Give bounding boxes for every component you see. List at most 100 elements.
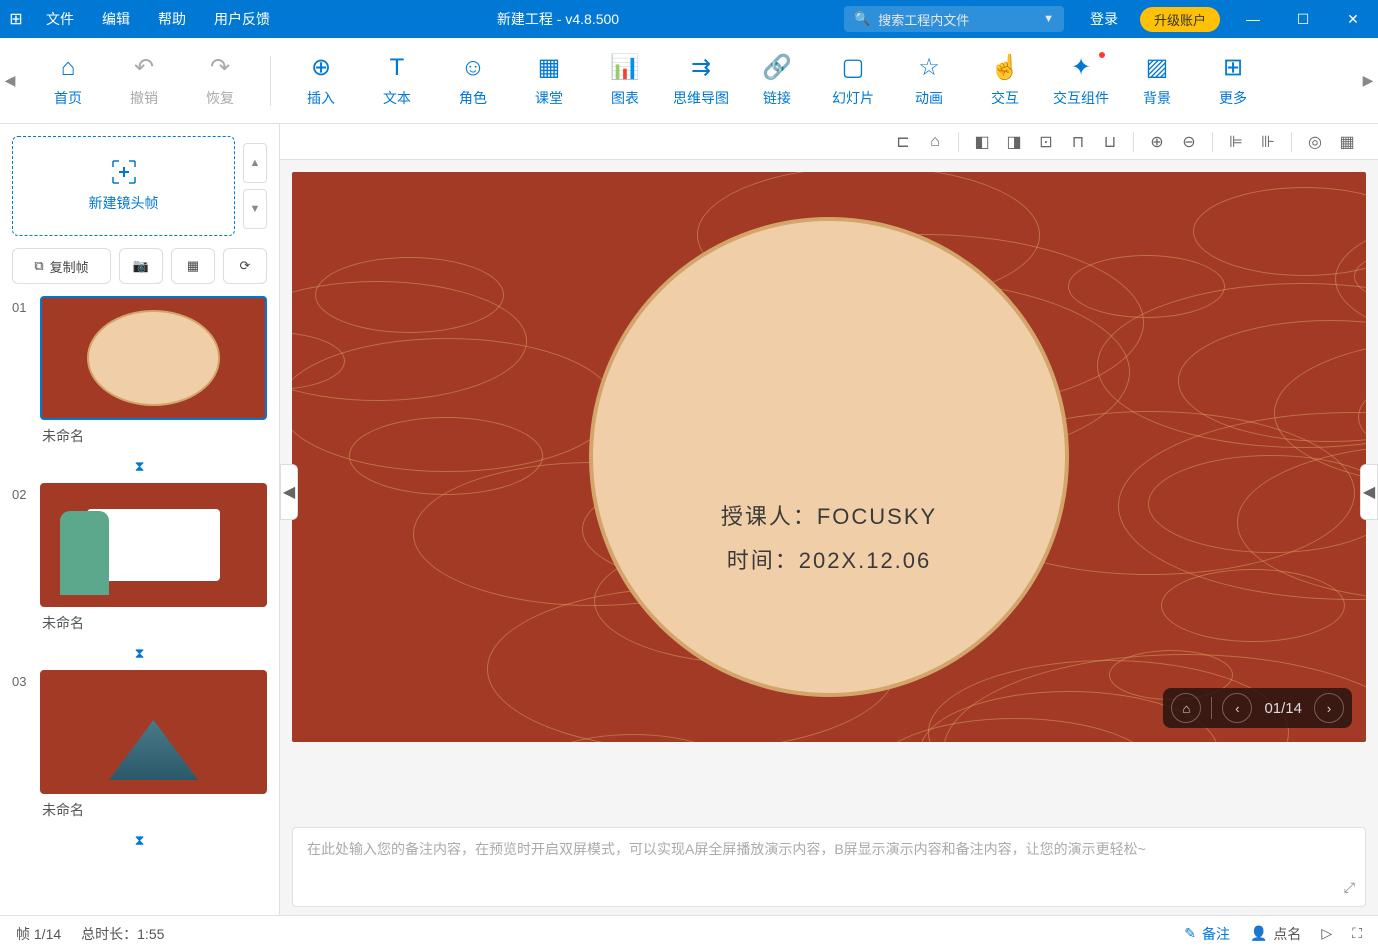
hourglass-icon[interactable]: ⧗	[12, 454, 267, 483]
red-dot-icon	[1099, 52, 1105, 58]
toolbar-图表[interactable]: 📊图表	[587, 46, 663, 116]
toolbar-icon-15: ⊞	[1223, 54, 1243, 82]
main-area: 新建镜头帧 ▲ ▼ ⧉ 复制帧 📷 ▦ ⟳ 01 未命名 ⧗ 02 未命名 ⧗	[0, 124, 1378, 915]
nav-prev-icon[interactable]: ‹	[1222, 693, 1252, 723]
slide-text-date[interactable]: 时间：202X.12.06	[727, 543, 932, 575]
zoom-out-icon[interactable]: ⊖	[1174, 128, 1204, 156]
slide-label: 未命名	[40, 420, 267, 448]
search-placeholder: 搜索工程内文件	[878, 10, 969, 29]
nav-home-icon[interactable]: ⌂	[1171, 693, 1201, 723]
play-button[interactable]: ▷	[1321, 925, 1332, 942]
toolbar-icon-14: ▨	[1146, 54, 1169, 82]
toolbar-幻灯片[interactable]: ▢幻灯片	[815, 46, 891, 116]
toolbar-角色[interactable]: ☺角色	[435, 46, 511, 116]
app-logo-icon: ⊞	[0, 9, 32, 29]
toolbar-icon-7: 📊	[610, 54, 640, 82]
maximize-button[interactable]: ☐	[1278, 0, 1328, 38]
hourglass-icon[interactable]: ⧗	[12, 828, 267, 857]
snapshot-icon[interactable]: ◎	[1300, 128, 1330, 156]
upgrade-button[interactable]: 升级账户	[1140, 7, 1220, 32]
slide-number: 01	[12, 296, 32, 448]
loop-button[interactable]: ⟳	[223, 248, 267, 284]
toolbar-scroll-right[interactable]: ▶	[1358, 38, 1378, 123]
nav-counter: 01/14	[1256, 700, 1310, 717]
grid-icon[interactable]: ▦	[1332, 128, 1362, 156]
expand-icon[interactable]: ⤢	[1344, 876, 1355, 898]
slides-list[interactable]: 01 未命名 ⧗ 02 未命名 ⧗ 03 未命名 ⧗	[0, 296, 279, 915]
slide-label: 未命名	[40, 607, 267, 635]
new-frame-button[interactable]: 新建镜头帧	[12, 136, 235, 236]
toolbar-思维导图[interactable]: ⇉思维导图	[663, 46, 739, 116]
align-center-icon[interactable]: ◨	[999, 128, 1029, 156]
scroll-down-button[interactable]: ▼	[243, 189, 267, 229]
toolbar-插入[interactable]: ⊕插入	[283, 46, 359, 116]
distribute-v-icon[interactable]: ⊪	[1253, 128, 1283, 156]
toolbar-icon-0: ⌂	[61, 54, 76, 82]
qr-button[interactable]: ▦	[171, 248, 215, 284]
menu-feedback[interactable]: 用户反馈	[200, 0, 284, 38]
notes-toggle-button[interactable]: ✎ 备注	[1184, 924, 1230, 944]
slide-number: 02	[12, 483, 32, 635]
status-frame-counter: 帧 1/14	[16, 924, 61, 944]
toolbar-icon-6: ▦	[538, 54, 561, 82]
document-title: 新建工程 - v4.8.500	[497, 9, 619, 29]
notes-placeholder: 在此处输入您的备注内容，在预览时开启双屏模式，可以实现A屏全屏播放演示内容，B屏…	[307, 841, 1146, 857]
align-right-icon[interactable]: ⊡	[1031, 128, 1061, 156]
align-top-icon[interactable]: ⊓	[1063, 128, 1093, 156]
toolbar-交互[interactable]: ☝交互	[967, 46, 1043, 116]
slide-text-instructor[interactable]: 授课人：FOCUSKY	[721, 499, 937, 531]
toolbar-更多[interactable]: ⊞更多	[1195, 46, 1271, 116]
copy-frame-button[interactable]: ⧉ 复制帧	[12, 248, 111, 284]
slide-thumbnail-03[interactable]: 未命名	[40, 670, 267, 822]
nav-next-icon[interactable]: ›	[1314, 693, 1344, 723]
ruler-icon[interactable]: ⊏	[888, 128, 918, 156]
notes-input[interactable]: 在此处输入您的备注内容，在预览时开启双屏模式，可以实现A屏全屏播放演示内容，B屏…	[292, 827, 1366, 907]
toolbar-icon-1: ↶	[134, 54, 154, 82]
search-icon: 🔍	[854, 11, 870, 27]
close-button[interactable]: ✕	[1328, 0, 1378, 38]
camera-button[interactable]: 📷	[119, 248, 163, 284]
slide-thumbnail-02[interactable]: 未命名	[40, 483, 267, 635]
panel-collapse-right[interactable]: ◀	[1360, 464, 1378, 520]
toolbar-scroll-left[interactable]: ◀	[0, 38, 20, 123]
zoom-in-icon[interactable]: ⊕	[1142, 128, 1172, 156]
roll-call-button[interactable]: 👤 点名	[1250, 924, 1301, 944]
search-input[interactable]: 🔍 搜索工程内文件 ▼	[844, 6, 1064, 32]
login-button[interactable]: 登录	[1076, 0, 1132, 38]
copy-frame-label: 复制帧	[50, 257, 89, 276]
toolbar-背景[interactable]: ▨背景	[1119, 46, 1195, 116]
slide-canvas[interactable]: 授课人：FOCUSKY 时间：202X.12.06 ⌂ ‹ 01/14 ›	[292, 172, 1366, 742]
scroll-up-button[interactable]: ▲	[243, 143, 267, 183]
menu-file[interactable]: 文件	[32, 0, 88, 38]
distribute-h-icon[interactable]: ⊫	[1221, 128, 1251, 156]
toolbar-课堂[interactable]: ▦课堂	[511, 46, 587, 116]
home-icon[interactable]: ⌂	[920, 128, 950, 156]
qr-icon: ▦	[187, 258, 199, 274]
toolbar-撤销[interactable]: ↶撤销	[106, 46, 182, 116]
toolbar-首页[interactable]: ⌂首页	[30, 46, 106, 116]
copy-icon: ⧉	[34, 258, 43, 274]
menu-help[interactable]: 帮助	[144, 0, 200, 38]
new-frame-label: 新建镜头帧	[89, 193, 159, 213]
toolbar-恢复[interactable]: ↷恢复	[182, 46, 258, 116]
align-bottom-icon[interactable]: ⊔	[1095, 128, 1125, 156]
toolbar-链接[interactable]: 🔗链接	[739, 46, 815, 116]
toolbar-交互组件[interactable]: ✦交互组件	[1043, 46, 1119, 116]
minimize-button[interactable]: —	[1228, 0, 1278, 38]
slide-thumbnail-01[interactable]: 未命名	[40, 296, 267, 448]
fullscreen-button[interactable]: ⛶	[1352, 925, 1362, 942]
statusbar: 帧 1/14 总时长：1:55 ✎ 备注 👤 点名 ▷ ⛶	[0, 915, 1378, 951]
notes-icon: ✎	[1184, 925, 1196, 942]
toolbar-文本[interactable]: T文本	[359, 46, 435, 116]
chevron-down-icon[interactable]: ▼	[1043, 13, 1054, 25]
align-left-icon[interactable]: ◧	[967, 128, 997, 156]
hourglass-icon[interactable]: ⧗	[12, 641, 267, 670]
canvas-area: ⊏ ⌂ ◧ ◨ ⊡ ⊓ ⊔ ⊕ ⊖ ⊫ ⊪ ◎ ▦ ◀ 授课人：FOCUSKY …	[280, 124, 1378, 915]
slide-circle[interactable]: 授课人：FOCUSKY 时间：202X.12.06	[589, 217, 1069, 697]
panel-collapse-left[interactable]: ◀	[280, 464, 298, 520]
menu-edit[interactable]: 编辑	[88, 0, 144, 38]
fullscreen-icon: ⛶	[1352, 925, 1362, 942]
toolbar-动画[interactable]: ☆动画	[891, 46, 967, 116]
toolbar-icon-13: ✦	[1071, 54, 1091, 82]
slide-label: 未命名	[40, 794, 267, 822]
